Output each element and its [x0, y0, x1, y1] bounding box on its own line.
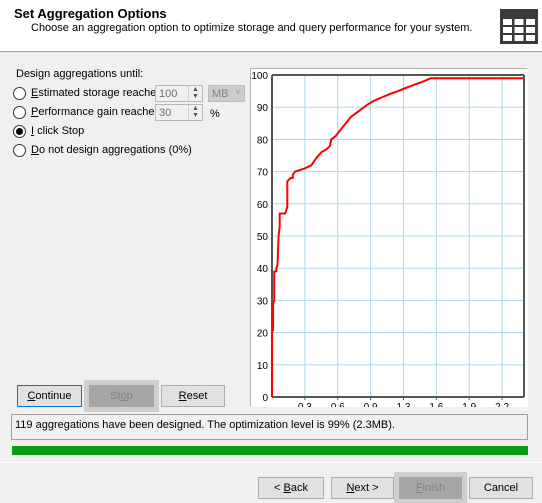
radio-label: Do not design aggregations (0%)	[31, 144, 192, 156]
performance-value[interactable]: 30	[159, 107, 171, 119]
x-tick-label: 0.3	[298, 402, 312, 407]
table-grid-icon	[500, 9, 538, 44]
radio-i-click-stop[interactable]: I click Stop	[13, 123, 84, 139]
cancel-button[interactable]: Cancel	[469, 477, 533, 499]
next-button[interactable]: Next >	[331, 477, 394, 499]
progress-fill	[12, 446, 528, 455]
performance-spinner[interactable]: 30 ▲ ▼	[155, 104, 203, 121]
x-tick-label: 1.9	[462, 402, 476, 407]
x-tick-label: 1.6	[429, 402, 443, 407]
radio-button[interactable]	[13, 86, 26, 100]
radio-do-not-design[interactable]: Do not design aggregations (0%)	[13, 142, 192, 158]
x-tick-label: 0.9	[364, 402, 378, 407]
y-tick-label: 50	[257, 232, 269, 243]
y-tick-label: 70	[257, 168, 269, 179]
y-tick-label: 40	[257, 264, 269, 275]
progress-bar	[12, 446, 528, 455]
finish-button[interactable]: Finish	[394, 472, 467, 503]
y-tick-label: 90	[257, 103, 269, 114]
chevron-down-icon: ∨	[235, 87, 241, 96]
y-tick-label: 30	[257, 296, 269, 307]
y-tick-label: 80	[257, 135, 269, 146]
radio-label: Performance gain reaches	[31, 106, 161, 118]
wizard-header: Set Aggregation Options Choose an aggreg…	[0, 0, 542, 52]
y-tick-label: 10	[257, 361, 269, 372]
x-tick-label: 1.3	[397, 402, 411, 407]
design-until-label: Design aggregations until:	[16, 68, 144, 80]
spin-arrows-icon[interactable]: ▲ ▼	[188, 105, 202, 120]
x-tick-label: 2.2	[495, 402, 509, 407]
y-tick-label: 0	[262, 393, 268, 404]
radio-button-checked[interactable]	[13, 124, 26, 138]
page-title: Set Aggregation Options	[14, 6, 167, 21]
radio-performance-gain[interactable]: Performance gain reaches	[13, 104, 160, 120]
status-text-box: 119 aggregations have been designed. The…	[11, 414, 528, 440]
percent-unit-label: %	[210, 108, 220, 120]
y-tick-label: 60	[257, 200, 269, 211]
reset-button[interactable]: Reset	[161, 385, 225, 407]
y-tick-label: 20	[257, 329, 269, 340]
footer-separator	[0, 462, 542, 463]
continue-button[interactable]: Continue	[17, 385, 82, 407]
storage-value[interactable]: 100	[159, 88, 177, 100]
page-subtitle: Choose an aggregation option to optimize…	[31, 22, 473, 34]
radio-button[interactable]	[13, 143, 26, 157]
x-tick-label: 0.6	[331, 402, 345, 407]
radio-label: Estimated storage reaches	[31, 87, 162, 99]
radio-button[interactable]	[13, 105, 26, 119]
y-tick-label: 100	[251, 71, 268, 82]
storage-spinner[interactable]: 100 ▲ ▼	[155, 85, 203, 102]
series-line-optimization	[271, 77, 524, 397]
optimization-chart: 0 10 20 30 40 50 60 70 80 90 100 0.3 0.6 0.9 1.3 1.6 1.9…	[251, 71, 525, 407]
storage-unit-select[interactable]: MB ∨	[208, 85, 245, 102]
back-button[interactable]: < Back	[258, 477, 324, 499]
radio-estimated-storage[interactable]: Estimated storage reaches	[13, 85, 162, 101]
spin-arrows-icon[interactable]: ▲ ▼	[188, 86, 202, 101]
radio-label: I click Stop	[31, 125, 85, 137]
stop-button[interactable]: Stop	[84, 380, 159, 412]
